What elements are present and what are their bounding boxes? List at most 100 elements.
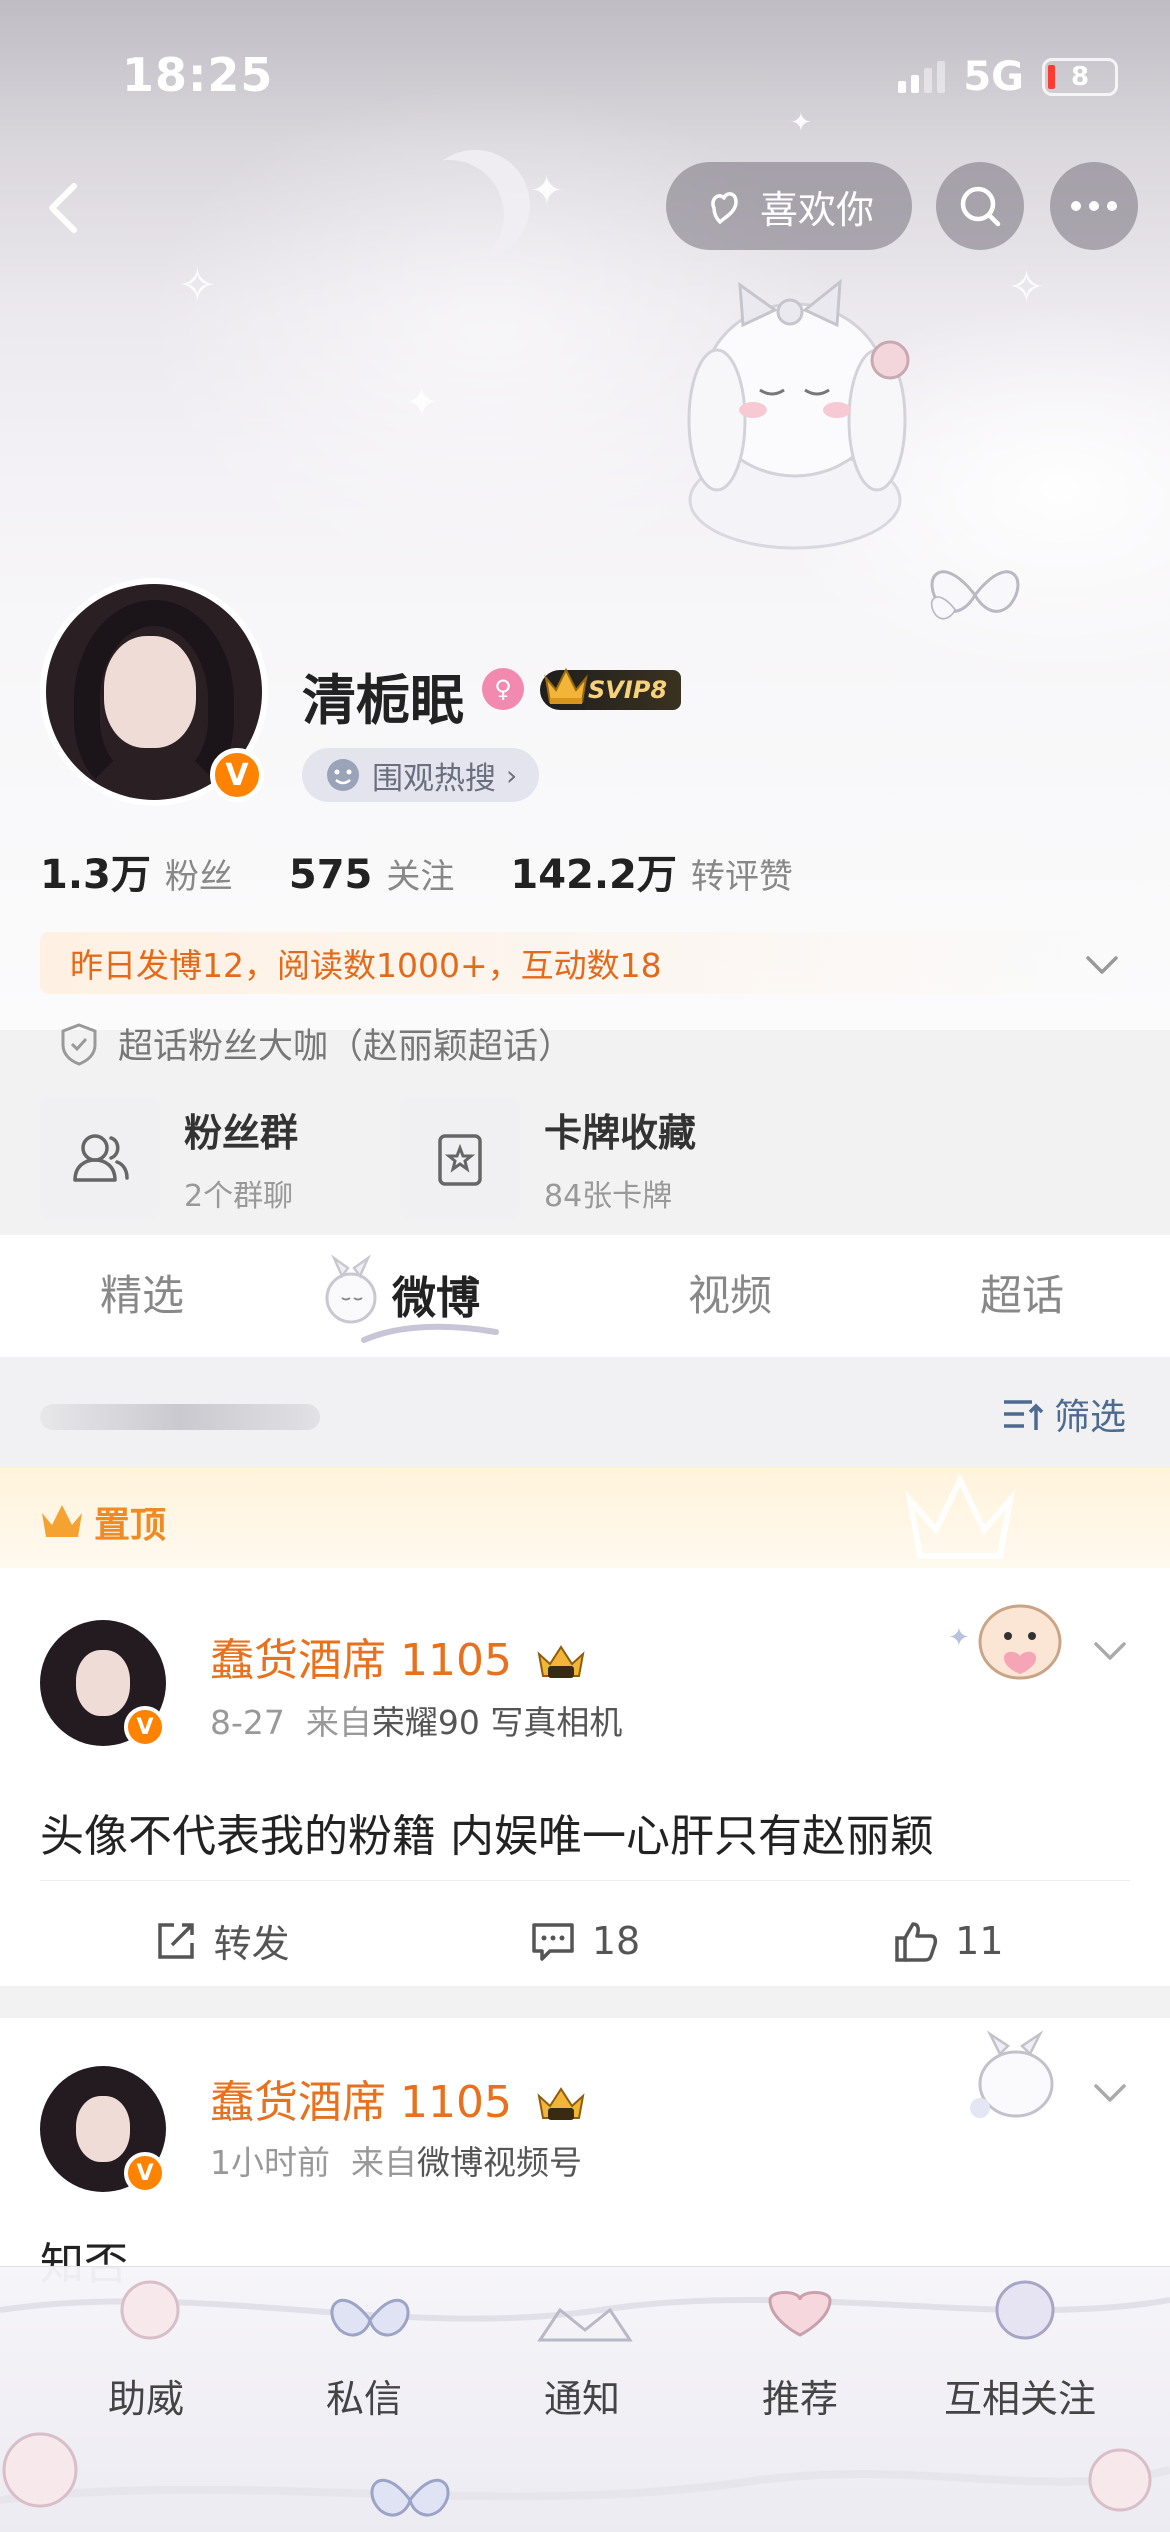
- activity-summary[interactable]: 昨日发博12，阅读数1000+，互动数18: [40, 932, 1130, 994]
- bunny-decoration: [687, 278, 910, 550]
- repost-label: 转发: [213, 1922, 290, 1966]
- back-arrow-icon[interactable]: [36, 178, 96, 238]
- group-icon: [73, 1134, 129, 1182]
- post-author-name-text: 蠢货酒席 1105: [210, 1635, 512, 1686]
- filter-button[interactable]: 筛选: [1002, 1388, 1126, 1440]
- post-author-name-text: 蠢货酒席 1105: [210, 2077, 512, 2128]
- repost-button[interactable]: 转发: [40, 1913, 403, 1968]
- tab-super-topic[interactable]: 超话: [980, 1262, 1064, 1323]
- followers-label[interactable]: 粉丝: [165, 849, 233, 898]
- fan-group-card[interactable]: 粉丝群 2个群聊: [40, 1098, 298, 1218]
- fan-group-sub: 2个群聊: [184, 1178, 294, 1214]
- crown-icon: [42, 1505, 82, 1537]
- post-source[interactable]: 微博视频号: [417, 2143, 582, 2182]
- status-time: 18:25: [122, 48, 274, 102]
- bottom-recommend-button[interactable]: 推荐: [762, 2368, 838, 2423]
- comment-button[interactable]: 18: [403, 1919, 766, 1963]
- profile-name: 清栀眠: [302, 669, 464, 732]
- following-count[interactable]: 575: [289, 852, 373, 898]
- sparkle-icon: ✦: [530, 168, 564, 214]
- butterfly-decoration: [930, 596, 957, 620]
- svip-level: SVIP8: [588, 676, 668, 704]
- verified-badge-icon: V: [124, 1706, 166, 1748]
- more-dots-icon: [1071, 201, 1117, 211]
- verified-badge-icon: V: [210, 748, 264, 802]
- status-icons: 5G 8: [898, 54, 1118, 100]
- bunny-decoration: [970, 2030, 1054, 2118]
- search-button[interactable]: [936, 162, 1024, 250]
- bottom-mutual-follow-button[interactable]: 互相关注: [944, 2368, 1096, 2423]
- thumbs-up-icon: [895, 1921, 938, 1962]
- pinned-label: 置顶: [94, 1505, 167, 1546]
- more-button[interactable]: [1050, 162, 1138, 250]
- card-collection-card[interactable]: 卡牌收藏 84张卡牌: [400, 1098, 696, 1218]
- like-button[interactable]: 喜欢你: [666, 162, 912, 250]
- post-source-prefix: 来自: [350, 2143, 417, 2182]
- post-author-name[interactable]: 蠢货酒席 1105: [210, 1624, 586, 1688]
- crown-icon: [544, 667, 588, 704]
- sparkle-icon: ✦: [790, 108, 812, 138]
- post-card[interactable]: V 蠢货酒席 1105 1小时前 来自微博视频号 知否: [0, 2018, 1170, 2290]
- pinned-label-row: 置顶: [40, 1496, 166, 1548]
- post-source-prefix: 来自: [305, 1703, 372, 1742]
- card-icon-box: [40, 1098, 160, 1218]
- post-date: 8-27: [210, 1703, 285, 1742]
- tab-featured[interactable]: 精选: [100, 1262, 184, 1323]
- network-type: 5G: [963, 54, 1024, 100]
- heart-hand-icon: [711, 192, 738, 224]
- face-icon: [327, 759, 359, 791]
- card-icon: [438, 1134, 482, 1186]
- profile-stats: 1.3万 粉丝 575 关注 142.2万 转评赞: [40, 842, 849, 900]
- sparkle-icon: ✧: [178, 258, 217, 312]
- verified-badge-icon: V: [124, 2152, 166, 2194]
- filter-icon: [1003, 1400, 1044, 1430]
- card-icon-box: [400, 1098, 520, 1218]
- post-card[interactable]: V 蠢货酒席 1105 8-27 来自荣耀90 写真相机 ✦ 头像不代表我的粉籍…: [0, 1568, 1170, 1986]
- filter-label: 筛选: [1053, 1397, 1126, 1438]
- crown-badge-icon: [537, 1645, 585, 1678]
- active-tab-ribbon: [361, 1323, 499, 1343]
- comment-icon: [532, 1922, 574, 1961]
- fan-group-title: 粉丝群: [184, 1110, 299, 1155]
- bottom-notify-button[interactable]: 通知: [544, 2368, 620, 2423]
- svg-text:✦: ✦: [948, 1623, 970, 1653]
- chevron-down-icon[interactable]: [1082, 944, 1122, 984]
- fan-title-label: 超话粉丝大咖（赵丽颖超话）: [118, 1027, 574, 1067]
- search-icon: [960, 186, 1001, 227]
- blurred-summary: [40, 1404, 320, 1430]
- hot-search-button[interactable]: 围观热搜 ›: [302, 748, 540, 802]
- sparkle-icon: ✧: [1008, 262, 1045, 313]
- repost-icon: [157, 1922, 194, 1959]
- bottom-cheer-button[interactable]: 助威: [108, 2368, 184, 2423]
- chevron-right-icon: ›: [506, 758, 518, 792]
- interactions-label: 转评赞: [690, 857, 793, 897]
- fan-title-row[interactable]: 超话粉丝大咖（赵丽颖超话）: [58, 1018, 573, 1069]
- battery-icon: 8: [1042, 58, 1118, 96]
- interactions-count: 142.2万: [510, 852, 677, 898]
- crown-badge-icon: [537, 2087, 585, 2120]
- svip-badge[interactable]: SVIP8: [540, 667, 682, 710]
- crown-decoration: [905, 1473, 1015, 1559]
- like-button-label: 喜欢你: [759, 187, 874, 232]
- like-post-button[interactable]: 11: [767, 1918, 1130, 1964]
- female-gender-icon: ♀: [482, 668, 524, 710]
- post-actions: 转发 18 11: [40, 1880, 1130, 2000]
- like-count: 11: [955, 1918, 1004, 1963]
- card-collection-title: 卡牌收藏: [544, 1110, 697, 1155]
- card-collection-sub: 84张卡牌: [544, 1178, 673, 1214]
- shield-icon: [61, 1022, 97, 1066]
- post-author-name[interactable]: 蠢货酒席 1105: [210, 2066, 586, 2130]
- tab-video[interactable]: 视频: [688, 1262, 772, 1323]
- tab-weibo[interactable]: 微博: [392, 1262, 480, 1326]
- post-meta: 1小时前 来自微博视频号: [210, 2136, 582, 2184]
- chevron-down-icon[interactable]: [1090, 1630, 1130, 1670]
- followers-count[interactable]: 1.3万: [40, 842, 151, 900]
- bottom-message-button[interactable]: 私信: [326, 2368, 402, 2423]
- chevron-down-icon[interactable]: [1090, 2072, 1130, 2112]
- hamster-decoration: ✦: [948, 1604, 1062, 1680]
- moon-decoration: [420, 150, 530, 260]
- hot-search-label: 围观热搜: [372, 760, 496, 797]
- post-source[interactable]: 荣耀90 写真相机: [372, 1703, 622, 1742]
- post-text: 头像不代表我的粉籍 内娱唯一心肝只有赵丽颖: [40, 1811, 934, 1862]
- following-label[interactable]: 关注: [386, 849, 454, 898]
